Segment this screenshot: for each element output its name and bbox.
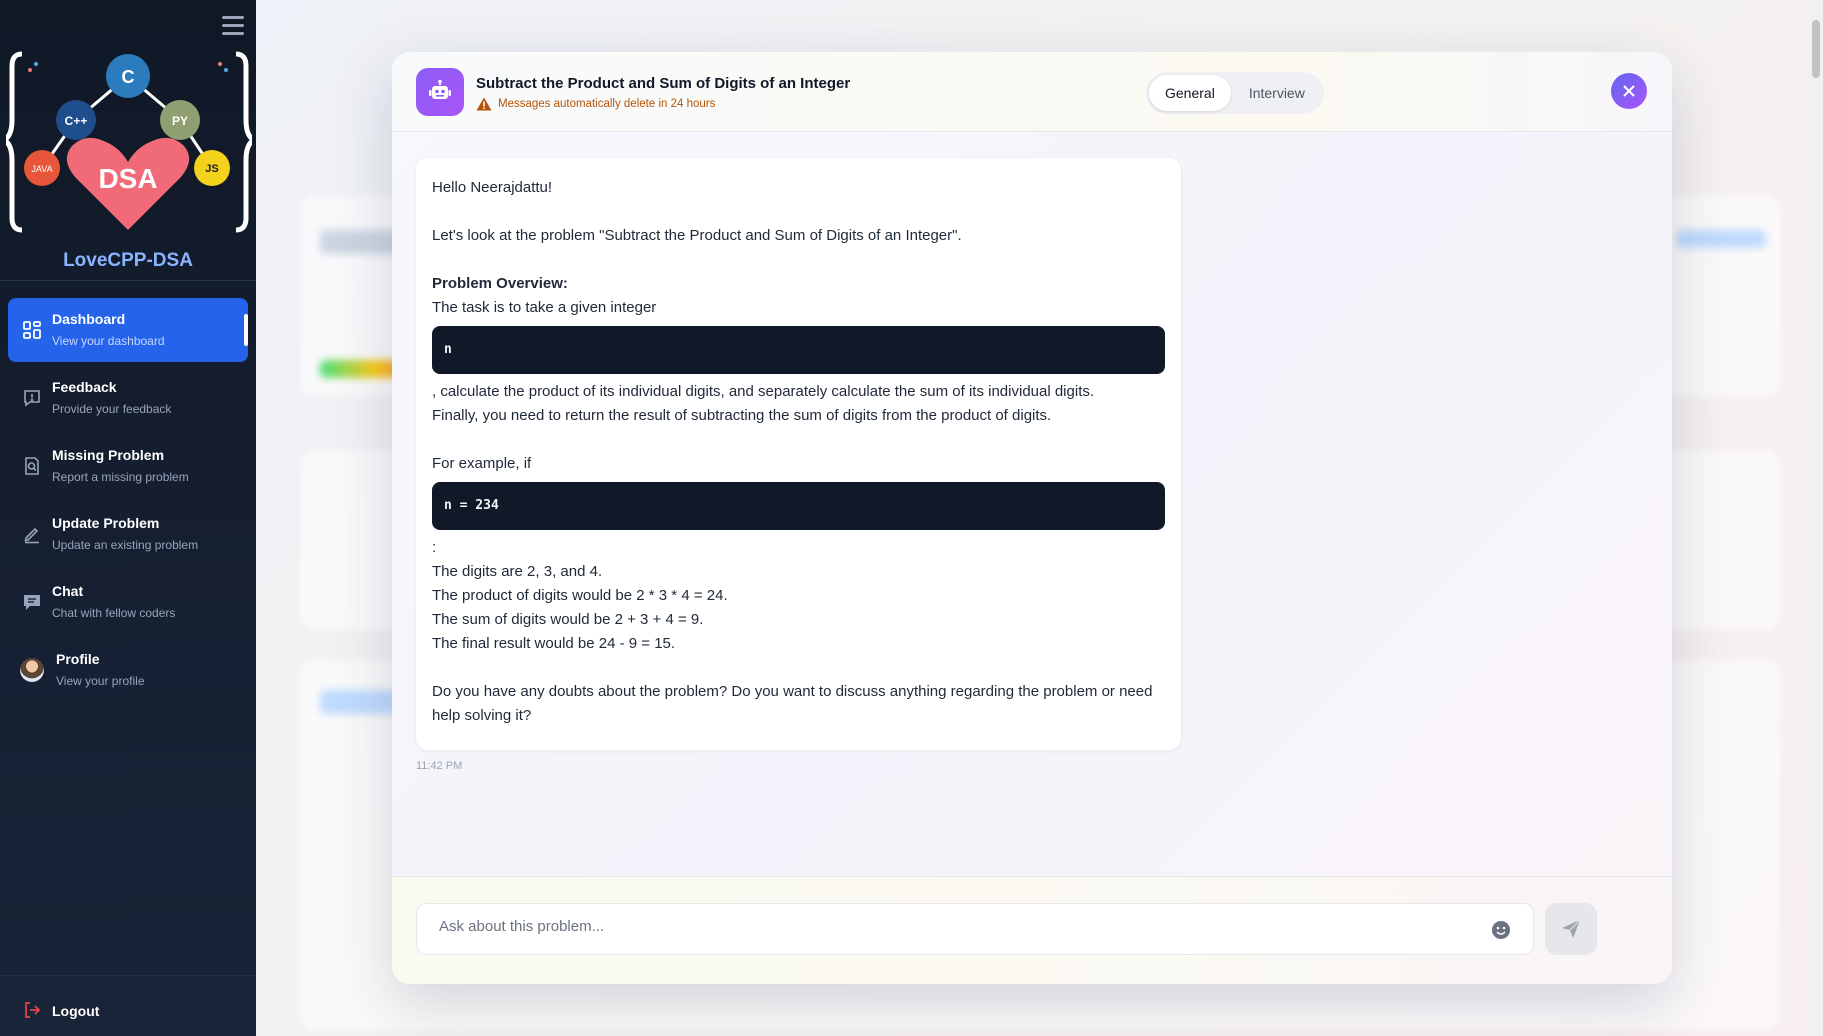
message-closing: Do you have any doubts about the problem… bbox=[432, 683, 1153, 724]
overview-heading: Problem Overview: bbox=[432, 275, 568, 292]
example-line: The final result would be 24 - 9 = 15. bbox=[432, 635, 676, 652]
feedback-icon bbox=[24, 390, 40, 407]
chat-input[interactable] bbox=[439, 918, 1479, 935]
bot-icon bbox=[416, 68, 464, 116]
message-intro: Let's look at the problem "Subtract the … bbox=[432, 227, 962, 244]
dashboard-icon bbox=[23, 321, 41, 339]
sidebar-item-subtitle: View your dashboard bbox=[52, 334, 165, 348]
app-logo: DSA C C++ PY JAVA JS bbox=[6, 51, 252, 233]
message-text: , calculate the product of its individua… bbox=[432, 383, 1095, 400]
avatar bbox=[20, 658, 44, 682]
sidebar-item-dashboard[interactable]: Dashboard View your dashboard bbox=[8, 298, 248, 362]
logo-node-js: JS bbox=[205, 163, 218, 175]
logo-node-cpp: C++ bbox=[65, 114, 88, 128]
problem-chat-modal: Subtract the Product and Sum of Digits o… bbox=[392, 52, 1672, 984]
sidebar-item-title: Feedback bbox=[52, 379, 117, 395]
logo-node-java: JAVA bbox=[31, 164, 52, 174]
sidebar-item-chat[interactable]: Chat Chat with fellow coders bbox=[8, 570, 248, 634]
divider bbox=[0, 975, 256, 976]
warning-text: Messages automatically delete in 24 hour… bbox=[498, 98, 716, 110]
sidebar-item-title: Chat bbox=[52, 583, 84, 599]
sidebar-item-subtitle: Chat with fellow coders bbox=[52, 606, 176, 620]
sidebar-item-feedback[interactable]: Feedback Provide your feedback bbox=[8, 366, 248, 430]
close-icon bbox=[1623, 85, 1635, 97]
scrollbar-thumb[interactable] bbox=[1812, 20, 1820, 78]
sidebar: DSA C C++ PY JAVA JS LoveCPP-DSA Dashboa… bbox=[0, 0, 256, 1036]
sidebar-item-title: Update Problem bbox=[52, 515, 160, 531]
chat-icon bbox=[24, 595, 40, 610]
assistant-message: Hello Neerajdattu! Let's look at the pro… bbox=[416, 158, 1181, 750]
example-line: The digits are 2, 3, and 4. bbox=[432, 563, 603, 580]
chat-input-box bbox=[416, 903, 1534, 955]
sidebar-item-subtitle: View your profile bbox=[56, 674, 145, 688]
code-block: n = 234 bbox=[432, 482, 1165, 530]
sidebar-item-update-problem[interactable]: Update Problem Update an existing proble… bbox=[8, 502, 248, 566]
search-doc-icon bbox=[25, 457, 39, 475]
modal-header: Subtract the Product and Sum of Digits o… bbox=[392, 52, 1672, 132]
mode-tabs: General Interview bbox=[1146, 72, 1324, 114]
chat-input-area bbox=[392, 876, 1672, 984]
menu-icon[interactable] bbox=[222, 16, 244, 36]
sidebar-item-title: Profile bbox=[56, 651, 100, 667]
warning-icon bbox=[476, 97, 492, 111]
sidebar-item-subtitle: Provide your feedback bbox=[52, 402, 172, 416]
logo-node-py: PY bbox=[172, 114, 188, 128]
warning-notice: Messages automatically delete in 24 hour… bbox=[476, 97, 715, 111]
example-line: The product of digits would be 2 * 3 * 4… bbox=[432, 587, 728, 604]
logout-button[interactable]: Logout bbox=[8, 990, 248, 1030]
sidebar-item-title: Missing Problem bbox=[52, 447, 165, 463]
message-timestamp: 11:42 PM bbox=[416, 760, 463, 772]
modal-title: Subtract the Product and Sum of Digits o… bbox=[476, 75, 851, 92]
edit-icon bbox=[24, 527, 39, 544]
send-button[interactable] bbox=[1545, 903, 1597, 955]
code-text: n = 234 bbox=[444, 498, 499, 513]
message-text: : bbox=[432, 539, 437, 556]
logout-icon bbox=[25, 1002, 41, 1018]
sidebar-item-title: Dashboard bbox=[52, 311, 126, 327]
logout-label: Logout bbox=[52, 1003, 100, 1019]
code-block: n bbox=[432, 326, 1165, 374]
example-line: The sum of digits would be 2 + 3 + 4 = 9… bbox=[432, 611, 704, 628]
example-intro: For example, if bbox=[432, 455, 532, 472]
send-icon bbox=[1562, 919, 1581, 938]
message-text: Finally, you need to return the result o… bbox=[432, 407, 1052, 424]
sidebar-item-subtitle: Report a missing problem bbox=[52, 470, 189, 484]
tab-interview[interactable]: Interview bbox=[1233, 75, 1321, 111]
close-button[interactable] bbox=[1611, 73, 1647, 109]
divider bbox=[0, 280, 256, 281]
message-greeting: Hello Neerajdattu! bbox=[432, 179, 553, 196]
sidebar-item-missing-problem[interactable]: Missing Problem Report a missing problem bbox=[8, 434, 248, 498]
code-text: n bbox=[444, 342, 452, 357]
sidebar-item-subtitle: Update an existing problem bbox=[52, 538, 199, 552]
logo-node-c: C bbox=[122, 67, 135, 87]
emoji-icon[interactable] bbox=[1491, 920, 1511, 940]
logo-dsa-text: DSA bbox=[98, 163, 157, 194]
page-scrollbar[interactable] bbox=[1809, 0, 1823, 1036]
sidebar-item-profile[interactable]: Profile View your profile bbox=[8, 638, 248, 702]
brand-name: LoveCPP-DSA bbox=[63, 250, 193, 271]
tab-general[interactable]: General bbox=[1149, 75, 1231, 111]
overview-text: The task is to take a given integer bbox=[432, 299, 657, 316]
